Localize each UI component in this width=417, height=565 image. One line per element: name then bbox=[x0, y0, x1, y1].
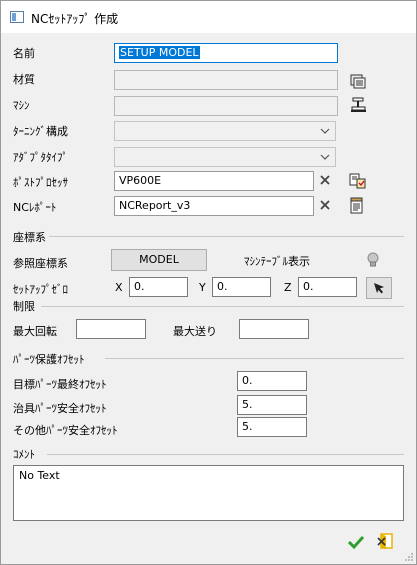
target-offset-input[interactable]: 0. bbox=[237, 371, 307, 391]
ok-check-icon[interactable] bbox=[347, 534, 365, 550]
window-icon bbox=[10, 11, 24, 23]
material-field bbox=[114, 70, 338, 90]
comment-textarea[interactable]: No Text bbox=[13, 465, 404, 521]
x-input[interactable]: 0. bbox=[129, 277, 188, 297]
post-processor-label: ﾎﾟｽﾄﾌﾟﾛｾｯｻ bbox=[13, 176, 68, 189]
chevron-down-icon bbox=[320, 154, 330, 160]
turning-combo[interactable] bbox=[114, 121, 336, 141]
other-offset-input[interactable]: 5. bbox=[237, 417, 307, 437]
turning-label: ﾀｰﾆﾝｸﾞ構成 bbox=[13, 125, 68, 138]
lightbulb-icon[interactable] bbox=[365, 251, 381, 269]
offsets-separator bbox=[105, 358, 404, 359]
machine-field bbox=[114, 96, 338, 116]
limits-separator bbox=[41, 306, 404, 307]
machine-select-icon[interactable] bbox=[350, 96, 368, 114]
ref-coords-label: 参照座標系 bbox=[13, 257, 68, 270]
nc-report-label: NCﾚﾎﾟｰﾄ bbox=[13, 201, 57, 214]
limits-section-label: 制限 bbox=[13, 300, 35, 313]
comment-separator bbox=[47, 454, 404, 455]
max-rotation-input[interactable] bbox=[76, 319, 146, 339]
post-processor-field[interactable]: VP600E bbox=[114, 171, 314, 191]
target-offset-label: 目標ﾊﾟｰﾂ最終ｵﾌｾｯﾄ bbox=[13, 378, 107, 391]
resize-grip-icon[interactable] bbox=[404, 552, 414, 562]
machine-table-label: ﾏｼﾝﾃｰﾌﾞﾙ表示 bbox=[244, 255, 310, 268]
adapter-combo[interactable] bbox=[114, 147, 336, 167]
other-offset-label: その他ﾊﾟｰﾂ安全ｵﾌｾｯﾄ bbox=[13, 424, 118, 437]
x-label: X bbox=[115, 281, 123, 294]
name-label: 名前 bbox=[13, 47, 35, 60]
name-input[interactable]: SETUP MODEL bbox=[114, 43, 338, 63]
window-title: NCｾｯﾄｱｯﾌﾟ 作成 bbox=[31, 12, 119, 26]
cancel-exit-icon[interactable] bbox=[377, 532, 395, 550]
nc-report-select-icon[interactable] bbox=[349, 197, 365, 215]
title-bar[interactable]: NCｾｯﾄｱｯﾌﾟ 作成 bbox=[1, 1, 416, 33]
pick-point-button[interactable] bbox=[366, 277, 392, 299]
cursor-arrow-icon bbox=[374, 283, 384, 294]
chevron-down-icon bbox=[320, 128, 330, 134]
nc-report-clear-icon[interactable] bbox=[318, 198, 332, 212]
coords-separator bbox=[49, 236, 404, 237]
comment-section-label: ｺﾒﾝﾄ bbox=[13, 448, 35, 461]
post-processor-select-icon[interactable] bbox=[349, 172, 367, 190]
coords-section-label: 座標系 bbox=[13, 231, 46, 244]
post-clear-icon[interactable] bbox=[318, 173, 332, 187]
offsets-section-label: ﾊﾟｰﾂ保護ｵﾌｾｯﾄ bbox=[13, 353, 85, 366]
y-input[interactable]: 0. bbox=[212, 277, 271, 297]
material-label: 材質 bbox=[13, 73, 35, 86]
z-input[interactable]: 0. bbox=[298, 277, 357, 297]
machine-label: ﾏｼﾝ bbox=[13, 99, 30, 112]
y-label: Y bbox=[199, 281, 206, 294]
ref-coords-button[interactable]: MODEL bbox=[111, 249, 207, 271]
adapter-label: ｱﾀﾞﾌﾟﾀﾀｲﾌﾟ bbox=[13, 151, 68, 164]
max-feed-input[interactable] bbox=[239, 319, 309, 339]
max-rotation-label: 最大回転 bbox=[13, 325, 57, 338]
max-feed-label: 最大送り bbox=[173, 325, 217, 338]
setup-zero-label: ｾｯﾄｱｯﾌﾟｾﾞﾛ bbox=[13, 283, 68, 296]
jig-offset-label: 治具ﾊﾟｰﾂ安全ｵﾌｾｯﾄ bbox=[13, 402, 107, 415]
name-input-value: SETUP MODEL bbox=[119, 46, 200, 59]
jig-offset-input[interactable]: 5. bbox=[237, 395, 307, 415]
z-label: Z bbox=[284, 281, 292, 294]
material-select-icon[interactable] bbox=[350, 72, 368, 90]
nc-report-field[interactable]: NCReport_v3 bbox=[114, 196, 314, 216]
nc-setup-dialog: NCｾｯﾄｱｯﾌﾟ 作成 名前 SETUP MODEL 材質 ﾏｼﾝ ﾀｰﾆﾝｸ… bbox=[0, 0, 417, 565]
